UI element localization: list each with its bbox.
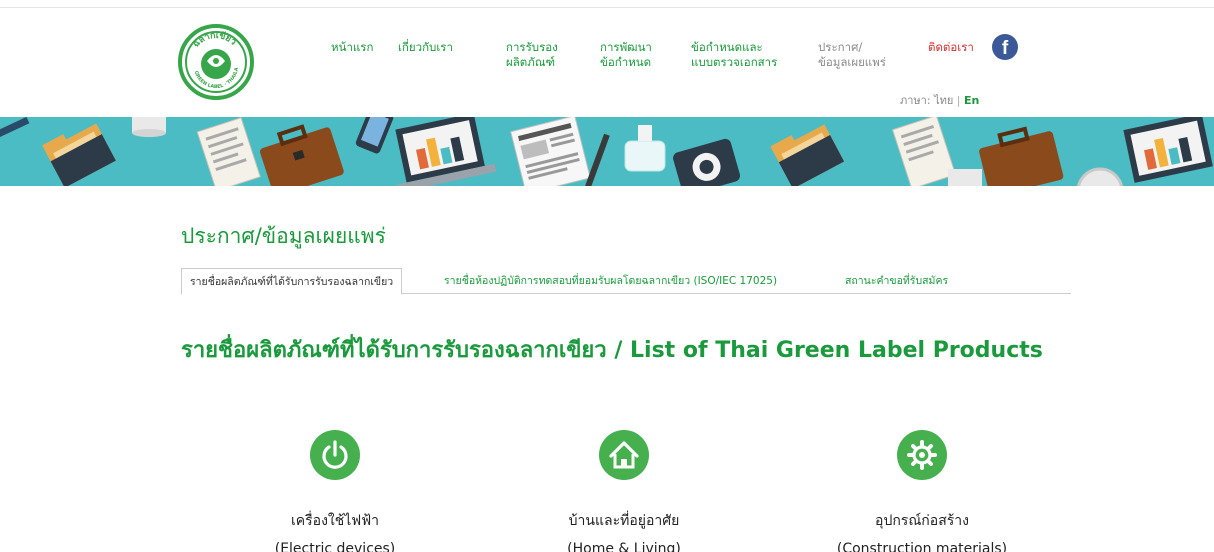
- category-name-en: (Construction materials): [836, 541, 1008, 552]
- banner-illustration: [0, 117, 1213, 186]
- phone-illustration: [355, 117, 394, 154]
- briefcase-illustration: [260, 124, 344, 186]
- bottle-illustration: [624, 125, 666, 172]
- language-separator: |: [956, 94, 961, 107]
- pen-illustration: [0, 117, 30, 141]
- facebook-icon[interactable]: f: [992, 34, 1018, 60]
- category-construction-materials[interactable]: อุปกรณ์ก่อสร้าง (Construction materials): [792, 430, 1052, 552]
- folder-illustration: [42, 123, 116, 186]
- nav-announcements-line1: ประกาศ/: [818, 40, 863, 54]
- green-label-logo[interactable]: ฉลากเขียว GREEN LABEL · THAILAND: [178, 24, 254, 100]
- nav-home[interactable]: หน้าแรก: [331, 40, 373, 55]
- nav-criteria-development-line2: ข้อกำหนด: [600, 55, 652, 69]
- document-illustration-2: [891, 117, 957, 186]
- category-electric-devices[interactable]: เครื่องใช้ไฟฟ้า (Electric devices): [205, 430, 465, 552]
- page-title: ประกาศ/ข้อมูลเผยแพร่: [181, 224, 386, 248]
- category-name-th: อุปกรณ์ก่อสร้าง: [875, 513, 969, 529]
- briefcase-illustration-2: [979, 126, 1064, 186]
- nav-criteria-checklist[interactable]: ข้อกำหนดและ แบบตรวจเอกสาร: [691, 40, 777, 70]
- document-illustration: [196, 117, 261, 186]
- laptop-illustration-2: [1123, 117, 1213, 183]
- tab-application-status[interactable]: สถานะคำขอที่รับสมัคร: [837, 268, 956, 294]
- category-name-th: เครื่องใช้ไฟฟ้า: [291, 513, 379, 529]
- category-home-living[interactable]: บ้านและที่อยู่อาศัย (Home & Living): [494, 430, 754, 552]
- safe-illustration: [673, 138, 741, 186]
- category-name-th: บ้านและที่อยู่อาศัย: [568, 513, 680, 529]
- nav-announcements[interactable]: ประกาศ/ ข้อมูลเผยแพร่: [818, 40, 886, 70]
- nav-criteria-checklist-line2: แบบตรวจเอกสาร: [691, 55, 778, 69]
- tab-bar: รายชื่อผลิตภัณฑ์ที่ได้รับการรับรองฉลากเข…: [181, 268, 1071, 295]
- list-title: รายชื่อผลิตภัณฑ์ที่ได้รับการรับรองฉลากเข…: [181, 338, 1043, 363]
- power-icon: [310, 430, 360, 480]
- clock-illustration: [1077, 167, 1123, 186]
- language-switcher: ภาษา: ไทย | En: [900, 91, 979, 109]
- nav-certification-line1: การรับรอง: [506, 40, 558, 54]
- tab-accredited-labs[interactable]: รายชื่อห้องปฏิบัติการทดสอบที่ยอมรับผลโดย…: [436, 268, 785, 294]
- gear-icon: [897, 430, 947, 480]
- category-name-en: (Electric devices): [274, 541, 396, 552]
- language-label: ภาษา:: [900, 94, 931, 107]
- nav-criteria-development[interactable]: การพัฒนา ข้อกำหนด: [600, 40, 652, 70]
- pen-illustration-2: [584, 133, 610, 186]
- cup-illustration-2: [948, 169, 982, 186]
- newspaper-illustration: [510, 117, 591, 186]
- nav-announcements-line2: ข้อมูลเผยแพร่: [818, 55, 886, 69]
- header-banner: [0, 117, 1214, 186]
- laptop-illustration: [395, 117, 497, 186]
- language-english[interactable]: En: [964, 94, 979, 107]
- nav-certification[interactable]: การรับรอง ผลิตภัณฑ์: [506, 40, 558, 70]
- cup-illustration: [132, 117, 166, 137]
- language-thai[interactable]: ไทย: [934, 94, 953, 107]
- home-icon: [599, 430, 649, 480]
- nav-certification-line2: ผลิตภัณฑ์: [506, 55, 556, 69]
- top-strip: [0, 0, 1214, 8]
- nav-criteria-development-line1: การพัฒนา: [600, 40, 652, 54]
- logo-graphic: ฉลากเขียว GREEN LABEL · THAILAND: [182, 28, 247, 93]
- tab-certified-products[interactable]: รายชื่อผลิตภัณฑ์ที่ได้รับการรับรองฉลากเข…: [181, 268, 403, 295]
- folder-illustration-2: [770, 124, 845, 186]
- nav-contact[interactable]: ติดต่อเรา: [928, 40, 974, 55]
- nav-criteria-checklist-line1: ข้อกำหนดและ: [691, 40, 763, 54]
- nav-about[interactable]: เกี่ยวกับเรา: [398, 40, 453, 55]
- category-name-en: (Home & Living): [567, 541, 681, 552]
